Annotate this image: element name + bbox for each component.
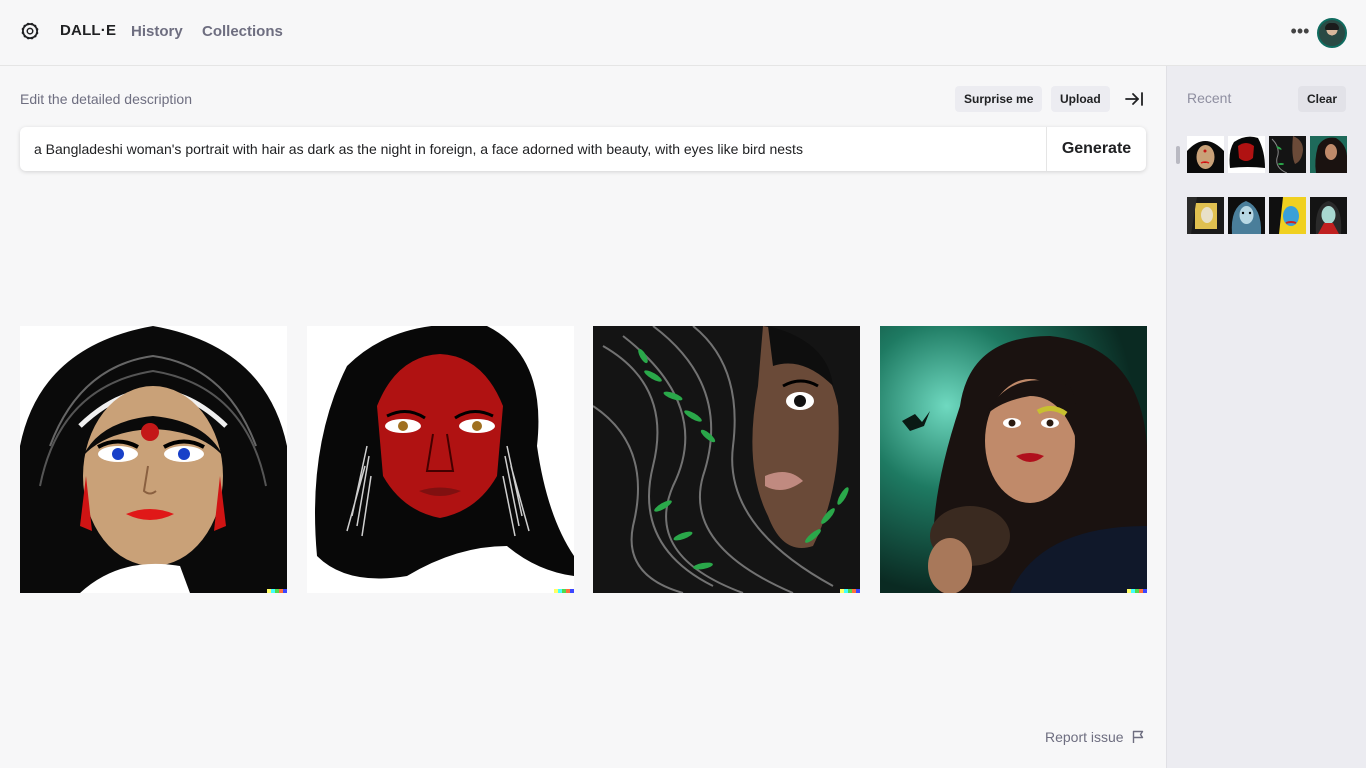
result-image-3[interactable] <box>593 326 860 593</box>
recent-thumb-5[interactable] <box>1187 197 1224 234</box>
watermark <box>267 589 287 593</box>
watermark <box>840 589 860 593</box>
recent-thumb-8[interactable] <box>1310 197 1347 234</box>
edit-description-label: Edit the detailed description <box>20 91 192 107</box>
recent-thumb-4[interactable] <box>1310 136 1347 173</box>
arrow-to-right-icon[interactable] <box>1123 89 1145 109</box>
recent-thumb-3[interactable] <box>1269 136 1306 173</box>
nav-history[interactable]: History <box>131 23 183 40</box>
report-issue-link[interactable]: Report issue <box>1045 729 1124 745</box>
nav-collections[interactable]: Collections <box>202 23 283 40</box>
watermark <box>1127 589 1147 593</box>
result-image-2[interactable] <box>307 326 574 593</box>
flag-icon[interactable] <box>1131 730 1145 744</box>
prompt-input[interactable] <box>34 127 1034 171</box>
ellipsis-icon[interactable]: ••• <box>1289 22 1311 42</box>
recent-thumb-2[interactable] <box>1228 136 1265 173</box>
recent-thumb-6[interactable] <box>1228 197 1265 234</box>
upload-button[interactable]: Upload <box>1051 86 1110 112</box>
generate-button[interactable]: Generate <box>1046 127 1146 171</box>
recent-label: Recent <box>1187 90 1232 106</box>
recent-thumb-7[interactable] <box>1269 197 1306 234</box>
surprise-me-button[interactable]: Surprise me <box>955 86 1043 112</box>
prompt-box: Generate <box>20 127 1146 171</box>
recent-sidebar: Recent Clear <box>1166 66 1366 768</box>
result-image-1[interactable] <box>20 326 287 593</box>
top-bar: DALL·E History Collections ••• <box>0 0 1366 66</box>
main-panel: Edit the detailed description Surprise m… <box>0 66 1166 768</box>
recent-thumb-1[interactable] <box>1187 136 1224 173</box>
result-image-4[interactable] <box>880 326 1147 593</box>
watermark <box>554 589 574 593</box>
avatar[interactable] <box>1317 18 1347 48</box>
scrollbar-handle[interactable] <box>1176 146 1180 164</box>
brand-title[interactable]: DALL·E <box>60 22 116 39</box>
openai-logo-icon[interactable] <box>19 21 41 43</box>
clear-button[interactable]: Clear <box>1298 86 1347 112</box>
